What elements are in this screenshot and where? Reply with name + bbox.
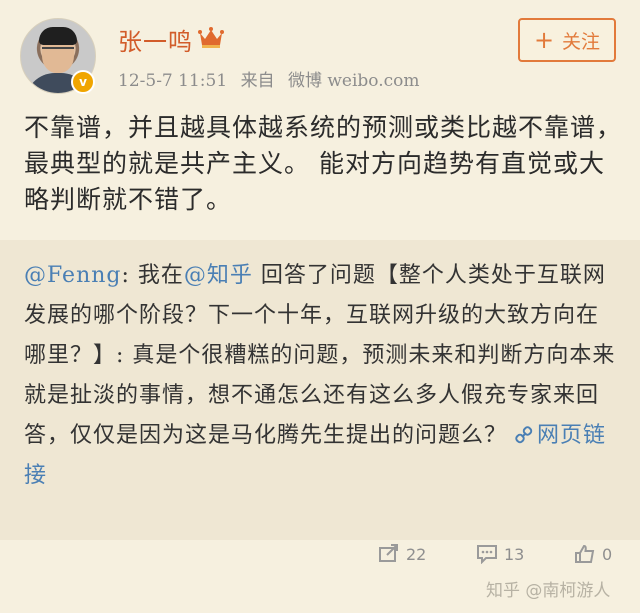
link-icon — [515, 426, 533, 444]
post-meta: 12-5-7 11:51 来自 微博 weibo.com — [118, 66, 428, 91]
watermark: 知乎 @南柯游人 — [486, 581, 611, 601]
username[interactable]: 张一鸣 — [118, 22, 193, 57]
post-time[interactable]: 12-5-7 11:51 — [118, 71, 227, 91]
plus-icon: + — [533, 26, 555, 54]
comment-count: 13 — [504, 544, 525, 564]
follow-button[interactable]: + 关注 — [518, 18, 616, 62]
post-text: 不靠谱，并且越具体越系统的预测或类比越不靠谱，最典型的就是共产主义。 能对方向趋… — [24, 113, 623, 214]
repost-button[interactable]: 22 — [378, 544, 426, 564]
post-source[interactable]: 微博 weibo.com — [288, 71, 420, 91]
zhihu-mention-link[interactable]: @知乎 — [184, 263, 253, 288]
like-button[interactable]: 0 — [574, 544, 612, 564]
avatar-hair — [39, 27, 77, 45]
repost-text: @Fenng: 我在@知乎 回答了问题【整个人类处于互联网发展的哪个阶段？下一个… — [24, 256, 620, 496]
like-count: 0 — [602, 544, 613, 564]
weibo-post: v 张一鸣 12-5-7 11:51 来自 微博 weibo.com + 关注 … — [0, 0, 640, 613]
repost-count: 22 — [406, 544, 427, 564]
source-prefix: 来自 — [240, 71, 275, 91]
repost-text-2: 回答了问题【整个人类处于互联网发展的哪个阶段？下一个十年，互联网升级的大致方向在… — [24, 263, 616, 448]
verified-badge: v — [71, 70, 95, 94]
repost-box: @Fenng: 我在@知乎 回答了问题【整个人类处于互联网发展的哪个阶段？下一个… — [0, 240, 640, 540]
repost-text-1: : 我在 — [121, 263, 184, 288]
comment-icon — [477, 545, 497, 564]
comment-button[interactable]: 13 — [476, 544, 524, 564]
follow-label: 关注 — [562, 30, 601, 53]
avatar-glasses — [42, 47, 74, 57]
repost-icon — [379, 544, 398, 562]
thumbs-up-icon — [575, 544, 595, 563]
crown-icon — [198, 27, 224, 48]
post-header: v 张一鸣 12-5-7 11:51 来自 微博 weibo.com + 关注 — [0, 0, 640, 104]
repost-author-link[interactable]: @Fenng — [24, 263, 122, 288]
